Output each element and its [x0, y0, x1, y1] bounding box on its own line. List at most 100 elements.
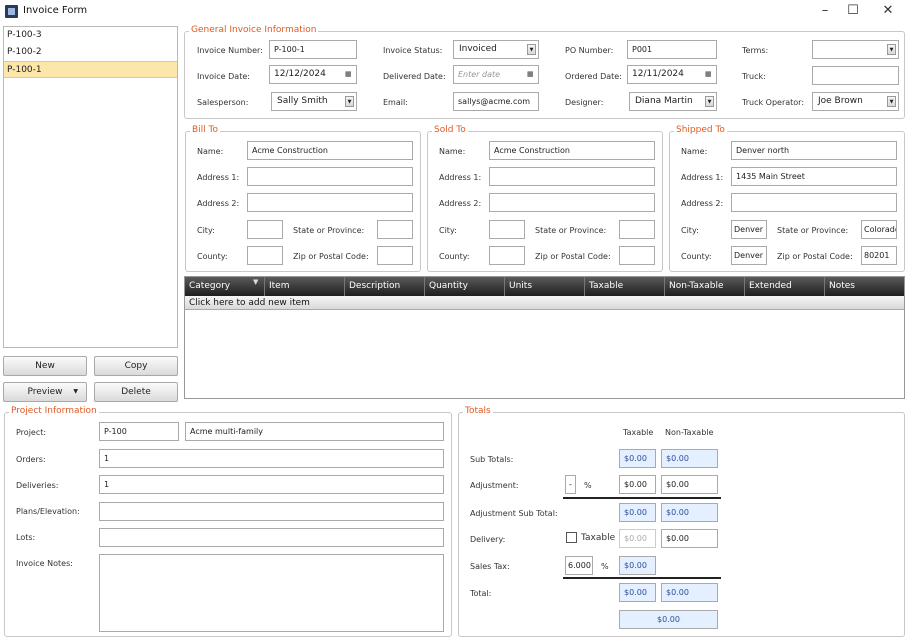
deliveries-field[interactable]: 1: [99, 475, 444, 494]
sold-to-address2-field[interactable]: [489, 193, 655, 212]
calendar-icon[interactable]: ▦: [705, 70, 713, 78]
zip-label: Zip or Postal Code:: [535, 252, 611, 261]
po-number-field[interactable]: P001: [627, 40, 717, 59]
shipped-to-name-field[interactable]: Denver north: [731, 141, 897, 160]
truck-operator-select[interactable]: Joe Brown ▼: [812, 92, 899, 111]
chevron-down-icon: ▼: [73, 388, 78, 395]
designer-select[interactable]: Diana Martin ▼: [629, 92, 717, 111]
close-button[interactable]: ✕: [871, 0, 905, 24]
bill-to-city-field[interactable]: [247, 220, 283, 239]
truck-operator-label: Truck Operator:: [742, 98, 805, 107]
bill-to-name-field[interactable]: Acme Construction: [247, 141, 413, 160]
totals-group: Totals Taxable Non-Taxable Sub Totals: $…: [458, 406, 905, 637]
filter-icon[interactable]: ▼: [253, 273, 258, 292]
sold-to-state-field[interactable]: [619, 220, 655, 239]
salesperson-value: Sally Smith: [277, 96, 328, 106]
column-header-notes[interactable]: Notes: [825, 277, 904, 296]
adjustment-non-taxable-field[interactable]: $0.00: [661, 475, 718, 494]
total-label: Total:: [470, 589, 492, 598]
new-button[interactable]: New: [3, 356, 87, 376]
invoice-notes-field[interactable]: [99, 554, 444, 632]
sold-to-name-field[interactable]: Acme Construction: [489, 141, 655, 160]
orders-label: Orders:: [16, 455, 46, 464]
lots-field[interactable]: [99, 528, 444, 547]
sold-to-county-field[interactable]: [489, 246, 525, 265]
column-header-units[interactable]: Units: [505, 277, 585, 296]
sold-to-city-field[interactable]: [489, 220, 525, 239]
email-field[interactable]: sallys@acme.com: [453, 92, 539, 111]
group-legend: Shipped To: [674, 125, 727, 135]
column-header-taxable[interactable]: Taxable: [585, 277, 665, 296]
shipped-to-city-field[interactable]: Denver: [731, 220, 767, 239]
shipped-to-zip-field[interactable]: 80201: [861, 246, 897, 265]
bill-to-zip-field[interactable]: [377, 246, 413, 265]
project-id-field[interactable]: P-100: [99, 422, 179, 441]
column-header-quantity[interactable]: Quantity: [425, 277, 505, 296]
project-name-field[interactable]: Acme multi-family: [185, 422, 444, 441]
maximize-button[interactable]: ☐: [836, 0, 870, 24]
delivered-date-placeholder: Enter date: [458, 70, 501, 79]
bill-to-address2-field[interactable]: [247, 193, 413, 212]
ordered-date-value: 12/11/2024: [632, 69, 684, 79]
salesperson-select[interactable]: Sally Smith ▼: [271, 92, 357, 111]
column-header-extended[interactable]: Extended: [745, 277, 825, 296]
column-header-description[interactable]: Description: [345, 277, 425, 296]
invoice-date-field[interactable]: 12/12/2024 ▦: [269, 65, 357, 84]
copy-button[interactable]: Copy: [94, 356, 178, 376]
bill-to-county-field[interactable]: [247, 246, 283, 265]
invoice-status-select[interactable]: Invoiced ▼: [453, 40, 539, 59]
truck-label: Truck:: [742, 72, 766, 81]
truck-field[interactable]: [812, 66, 899, 85]
non-taxable-column-header: Non-Taxable: [665, 428, 714, 437]
shipped-to-address2-field[interactable]: [731, 193, 897, 212]
shipped-to-state-field[interactable]: Colorado: [861, 220, 897, 239]
line-items-grid[interactable]: Category ▼ Item Description Quantity Uni…: [184, 276, 905, 399]
invoice-status-label: Invoice Status:: [383, 46, 443, 55]
sold-to-zip-field[interactable]: [619, 246, 655, 265]
bill-to-address1-field[interactable]: [247, 167, 413, 186]
list-item[interactable]: P-100-3: [4, 27, 177, 44]
project-info-group: Project Information Project: P-100 Acme …: [4, 406, 452, 637]
sales-tax-value: $0.00: [619, 556, 656, 575]
divider: [563, 497, 721, 499]
name-label: Name:: [197, 147, 224, 156]
ordered-date-field[interactable]: 12/11/2024 ▦: [627, 65, 717, 84]
delivery-taxable-checkbox[interactable]: [566, 532, 577, 543]
chevron-down-icon: ▼: [887, 44, 896, 55]
column-header-item[interactable]: Item: [265, 277, 345, 296]
list-item[interactable]: P-100-2: [4, 44, 177, 61]
delivered-date-field[interactable]: Enter date ▦: [453, 65, 539, 84]
chevron-down-icon: ▼: [887, 96, 896, 107]
sales-tax-rate-field[interactable]: 6.000: [565, 556, 593, 575]
adjustment-taxable-field[interactable]: $0.00: [619, 475, 656, 494]
preview-button[interactable]: Preview ▼: [3, 382, 87, 402]
calendar-icon[interactable]: ▦: [345, 70, 353, 78]
adjustment-sign-toggle[interactable]: -: [565, 475, 576, 494]
county-label: County:: [197, 252, 228, 261]
sold-to-address1-field[interactable]: [489, 167, 655, 186]
orders-field[interactable]: 1: [99, 449, 444, 468]
shipped-to-address1-field[interactable]: 1435 Main Street: [731, 167, 897, 186]
add-new-item-row[interactable]: Click here to add new item: [185, 296, 904, 310]
column-header-category[interactable]: Category ▼: [185, 277, 265, 296]
invoice-number-field[interactable]: P-100-1: [269, 40, 357, 59]
bill-to-state-field[interactable]: [377, 220, 413, 239]
calendar-icon[interactable]: ▦: [527, 70, 535, 78]
invoice-date-label: Invoice Date:: [197, 72, 250, 81]
shipped-to-county-field[interactable]: Denver: [731, 246, 767, 265]
delete-button[interactable]: Delete: [94, 382, 178, 402]
delivered-date-label: Delivered Date:: [383, 72, 446, 81]
designer-value: Diana Martin: [635, 96, 693, 106]
city-label: City:: [681, 226, 699, 235]
terms-select[interactable]: ▼: [812, 40, 899, 59]
sub-totals-label: Sub Totals:: [470, 455, 514, 464]
plans-field[interactable]: [99, 502, 444, 521]
invoice-list[interactable]: P-100-3 P-100-2 P-100-1: [3, 26, 178, 348]
deliveries-label: Deliveries:: [16, 481, 59, 490]
delivery-non-taxable-field[interactable]: $0.00: [661, 529, 718, 548]
column-header-non-taxable[interactable]: Non-Taxable: [665, 277, 745, 296]
address2-label: Address 2:: [681, 199, 724, 208]
list-item-selected[interactable]: P-100-1: [4, 61, 177, 78]
grand-total-value: $0.00: [619, 610, 718, 629]
project-label: Project:: [16, 428, 47, 437]
